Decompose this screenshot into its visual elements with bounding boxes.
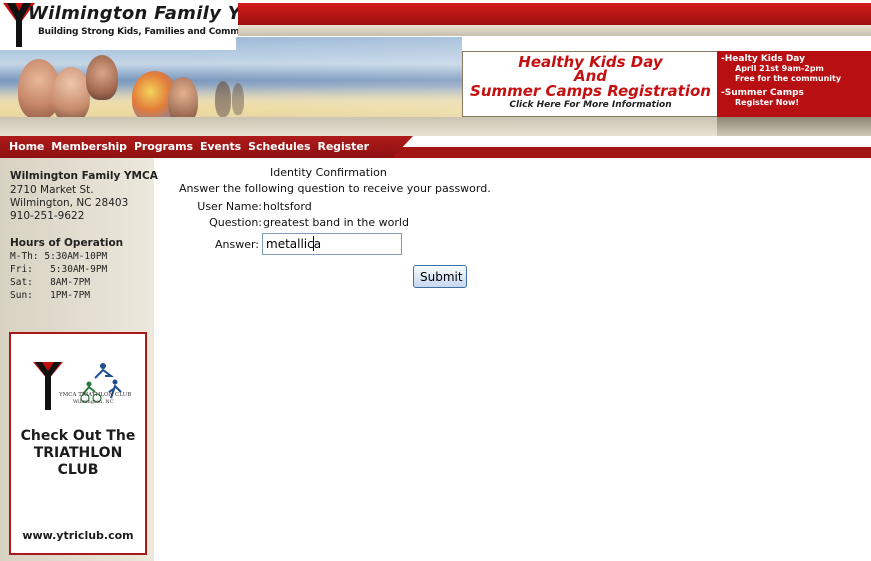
address-street: 2710 Market St. <box>10 184 94 196</box>
side-promo-box[interactable]: -Healty Kids Day April 21st 9am-2pm Free… <box>717 51 871 117</box>
header-red-band <box>238 3 871 25</box>
hours-day: Sun: <box>10 290 33 301</box>
hours-row: Sun: 1PM-7PM <box>10 290 90 301</box>
hours-day: Sat: <box>10 277 33 288</box>
address-phone: 910-251-9622 <box>10 210 85 222</box>
logo-area[interactable]: Wilmington Family YMCA Building Strong K… <box>0 0 287 50</box>
main-nav: Home Membership Programs Events Schedule… <box>0 136 871 158</box>
side-promo-item-summer-camps[interactable]: -Summer Camps <box>721 88 804 99</box>
triathlon-ad-heading: Check Out The TRIATHLON CLUB <box>20 428 136 478</box>
side-promo-item-healthy-kids[interactable]: -Healty Kids Day <box>721 54 805 65</box>
site-header: Wilmington Family YMCA Building Strong K… <box>0 0 871 136</box>
submit-button[interactable]: Submit <box>413 265 467 288</box>
hours-time: 1PM-7PM <box>50 290 91 301</box>
org-name: Wilmington Family YMCA <box>10 170 158 182</box>
triathlon-club-city: Wilmington, NC <box>73 399 114 405</box>
nav-item-register[interactable]: Register <box>317 140 369 153</box>
hours-day: M-Th: <box>10 251 39 262</box>
nav-stripe <box>380 147 871 158</box>
header-bottom-band-dark <box>717 117 871 136</box>
answer-label: Answer: <box>214 238 259 251</box>
hours-time: 8AM-7PM <box>50 277 91 288</box>
question-value: greatest band in the world <box>263 216 409 229</box>
side-promo-detail: Register Now! <box>735 98 800 107</box>
promo-more-info-link[interactable]: Click Here For More Information <box>463 100 718 110</box>
nav-item-membership[interactable]: Membership <box>51 140 127 153</box>
answer-input[interactable] <box>262 233 402 255</box>
promo-title-line3: Summer Camps Registration <box>470 82 711 100</box>
triathlon-club-ad[interactable]: YMCA TRIATHLON CLUB Wilmington, NC Check… <box>9 332 147 555</box>
hours-day: Fri: <box>10 264 33 275</box>
hours-row: Sat: 8AM-7PM <box>10 277 90 288</box>
header-grey-band <box>238 25 871 36</box>
form-title: Identity Confirmation <box>270 166 387 179</box>
nav-item-home[interactable]: Home <box>9 140 44 153</box>
sidebar: Wilmington Family YMCA 2710 Market St. W… <box>0 158 158 561</box>
promo-banner[interactable]: Healthy Kids Day And Summer Camps Regist… <box>462 51 719 117</box>
username-label: User Name: <box>197 200 262 213</box>
side-promo-detail: April 21st 9am-2pm <box>735 64 824 73</box>
question-label: Question: <box>209 216 262 229</box>
hours-time: 5:30AM-10PM <box>44 251 108 262</box>
username-value: holtsford <box>263 200 312 213</box>
side-promo-detail: Free for the community <box>735 74 842 83</box>
hours-row: Fri: 5:30AM-9PM <box>10 264 107 275</box>
triathlon-club-logo-icon <box>33 362 122 410</box>
banner-fade <box>180 37 462 127</box>
nav-item-schedules[interactable]: Schedules <box>248 140 310 153</box>
text-caret <box>313 236 314 251</box>
hours-title: Hours of Operation <box>10 237 124 249</box>
hours-row: M-Th: 5:30AM-10PM <box>10 251 107 262</box>
nav-item-programs[interactable]: Programs <box>134 140 193 153</box>
nav-item-events[interactable]: Events <box>200 140 241 153</box>
address-city: Wilmington, NC 28403 <box>10 197 129 209</box>
hours-time: 5:30AM-9PM <box>50 264 108 275</box>
form-instructions: Answer the following question to receive… <box>179 182 491 195</box>
triathlon-ad-url[interactable]: www.ytriclub.com <box>11 529 145 542</box>
triathlon-club-name: YMCA TRIATHLON CLUB <box>59 392 132 398</box>
